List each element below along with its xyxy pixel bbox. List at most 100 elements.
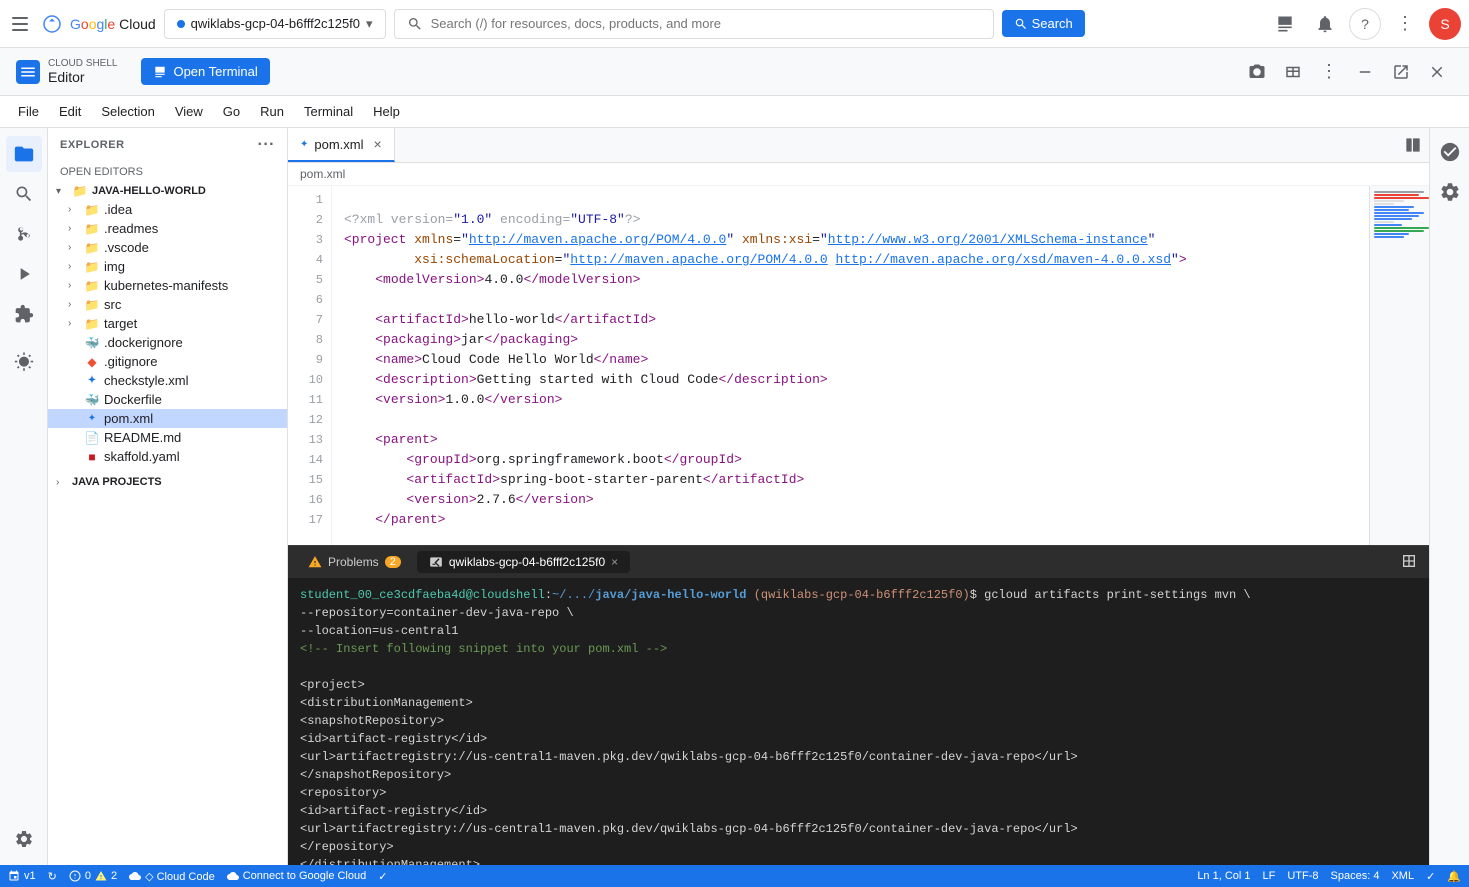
file-explorer-panel: EXPLORER ··· OPEN EDITORS ▾ 📁 JAVA-HELLO… [48,128,288,865]
right-activity-bar [1429,128,1469,865]
status-feedback-icon[interactable]: ✓ [1426,870,1435,883]
project-root-item[interactable]: ▾ 📁 JAVA-HELLO-WORLD [48,182,287,200]
status-version[interactable]: v1 [8,870,36,882]
sidebar-cloud-icon[interactable] [6,344,42,380]
search-icon [407,16,423,32]
tree-item-pom[interactable]: › ✦ pom.xml [48,409,287,428]
line-numbers: 12345 678910 1112131415 1617 [288,186,332,545]
right-settings-icon[interactable] [1434,176,1466,208]
pom-label: pom.xml [104,411,153,426]
terminal-tab-close-button[interactable]: × [611,555,618,569]
sidebar-extensions-icon[interactable] [6,296,42,332]
sidebar-settings-icon[interactable] [6,821,42,857]
menu-help[interactable]: Help [363,100,410,123]
explorer-actions: ··· [258,136,275,154]
menu-file[interactable]: File [8,100,49,123]
terminal-split-button[interactable] [1397,549,1421,576]
terminal-line-project: <project> [300,676,1417,694]
tree-item-checkstyle[interactable]: › ✦ checkstyle.xml [48,371,287,390]
status-connect[interactable]: Connect to Google Cloud [227,870,367,882]
search-input[interactable] [431,16,981,31]
kubernetes-label: kubernetes-manifests [104,278,228,293]
explorer-header: EXPLORER ··· [48,128,287,162]
topbar-right: ? ⋮ S [1269,8,1461,40]
img-folder-icon: 📁 [84,260,100,274]
tab-pom-xml[interactable]: ✦ pom.xml × [288,128,395,162]
tree-item-src[interactable]: › 📁 src [48,295,287,314]
terminal-icon-button[interactable] [1269,8,1301,40]
tree-item-readme[interactable]: › 📄 README.md [48,428,287,447]
notifications-button[interactable] [1309,8,1341,40]
explorer-title: EXPLORER [60,139,125,151]
menu-run[interactable]: Run [250,100,294,123]
project-dropdown-icon: ▾ [366,16,373,32]
menu-go[interactable]: Go [213,100,250,123]
terminal-line-1: --repository=container-dev-java-repo \ [300,604,1417,622]
tree-item-target[interactable]: › 📁 target [48,314,287,333]
sidebar-run-debug-icon[interactable] [6,256,42,292]
tree-item-kubernetes[interactable]: › 📁 kubernetes-manifests [48,276,287,295]
java-projects-item[interactable]: › JAVA PROJECTS [48,474,287,490]
menu-terminal[interactable]: Terminal [294,100,363,123]
user-avatar[interactable]: S [1429,8,1461,40]
editor-camera-icon[interactable] [1241,56,1273,88]
status-encoding[interactable]: UTF-8 [1287,870,1318,883]
status-notification-icon[interactable]: 🔔 [1447,870,1461,883]
status-cloud-code[interactable]: ◇ Cloud Code [129,870,215,883]
menu-view[interactable]: View [165,100,213,123]
tree-item-dockerfile[interactable]: › 🐳 Dockerfile [48,390,287,409]
status-checkmark[interactable]: ✓ [378,870,387,883]
code-content[interactable]: <?xml version="1.0" encoding="UTF-8"?> <… [332,186,1369,545]
tree-item-gitignore[interactable]: › ◆ .gitignore [48,352,287,371]
tree-item-idea[interactable]: › 📁 .idea [48,200,287,219]
editor-minimize-icon[interactable] [1349,56,1381,88]
editor-close-icon[interactable] [1421,56,1453,88]
more-options-button[interactable]: ⋮ [1389,8,1421,40]
status-line-ending[interactable]: LF [1263,870,1276,883]
terminal-content[interactable]: student_00_ce3cdfaeba4d@cloudshell:~/...… [288,578,1429,865]
project-selector[interactable]: qwiklabs-gcp-04-b6fff2c125f0 ▾ [164,9,386,39]
open-terminal-button[interactable]: Open Terminal [141,58,269,85]
status-cloud-code-label: ◇ Cloud Code [145,870,215,883]
status-sync[interactable]: ↻ [48,870,57,883]
right-cloud-code-icon[interactable] [1434,136,1466,168]
status-errors[interactable]: 0 2 [69,870,117,882]
terminal-tab-label: qwiklabs-gcp-04-b6fff2c125f0 [449,555,605,569]
tree-item-dockerignore[interactable]: › 🐳 .dockerignore [48,333,287,352]
sidebar-explorer-icon[interactable] [6,136,42,172]
menubar: File Edit Selection View Go Run Terminal… [0,96,1469,128]
editor-layout-icon[interactable] [1277,56,1309,88]
tree-item-readmes[interactable]: › 📁 .readmes [48,219,287,238]
terminal-line-repo-id: <id>artifact-registry</id> [300,802,1417,820]
editor-tabs: ✦ pom.xml × [288,128,1429,163]
status-connect-icon [227,870,239,882]
tab-close-button[interactable]: × [374,136,382,152]
gitignore-file-icon: ◆ [84,355,100,369]
explorer-more-icon[interactable]: ··· [258,136,275,154]
readmes-chevron-icon: › [68,223,80,234]
sidebar-source-control-icon[interactable] [6,216,42,252]
dockerfile-label: Dockerfile [104,392,162,407]
dockerfile-file-icon: 🐳 [84,393,100,407]
help-button[interactable]: ? [1349,8,1381,40]
editor-more-options-icon[interactable]: ⋮ [1313,56,1345,88]
src-label: src [104,297,121,312]
tree-item-skaffold[interactable]: › ■ skaffold.yaml [48,447,287,466]
status-indent[interactable]: Spaces: 4 [1331,870,1380,883]
google-cloud-logo[interactable]: Google Cloud [40,12,156,36]
menu-edit[interactable]: Edit [49,100,91,123]
search-button-icon [1014,17,1028,31]
tab-problems[interactable]: Problems 2 [296,551,413,573]
editor-external-icon[interactable] [1385,56,1417,88]
search-button[interactable]: Search [1002,10,1085,37]
minimap-icon[interactable] [1405,137,1421,153]
status-position[interactable]: Ln 1, Col 1 [1197,870,1250,883]
tree-item-img[interactable]: › 📁 img [48,257,287,276]
tab-terminal[interactable]: qwiklabs-gcp-04-b6fff2c125f0 × [417,551,630,573]
hamburger-menu-button[interactable] [8,12,32,36]
sidebar-search-icon[interactable] [6,176,42,212]
menu-selection[interactable]: Selection [91,100,164,123]
tree-item-vscode[interactable]: › 📁 .vscode [48,238,287,257]
status-language[interactable]: XML [1391,870,1414,883]
open-editors-label: OPEN EDITORS [60,166,143,178]
